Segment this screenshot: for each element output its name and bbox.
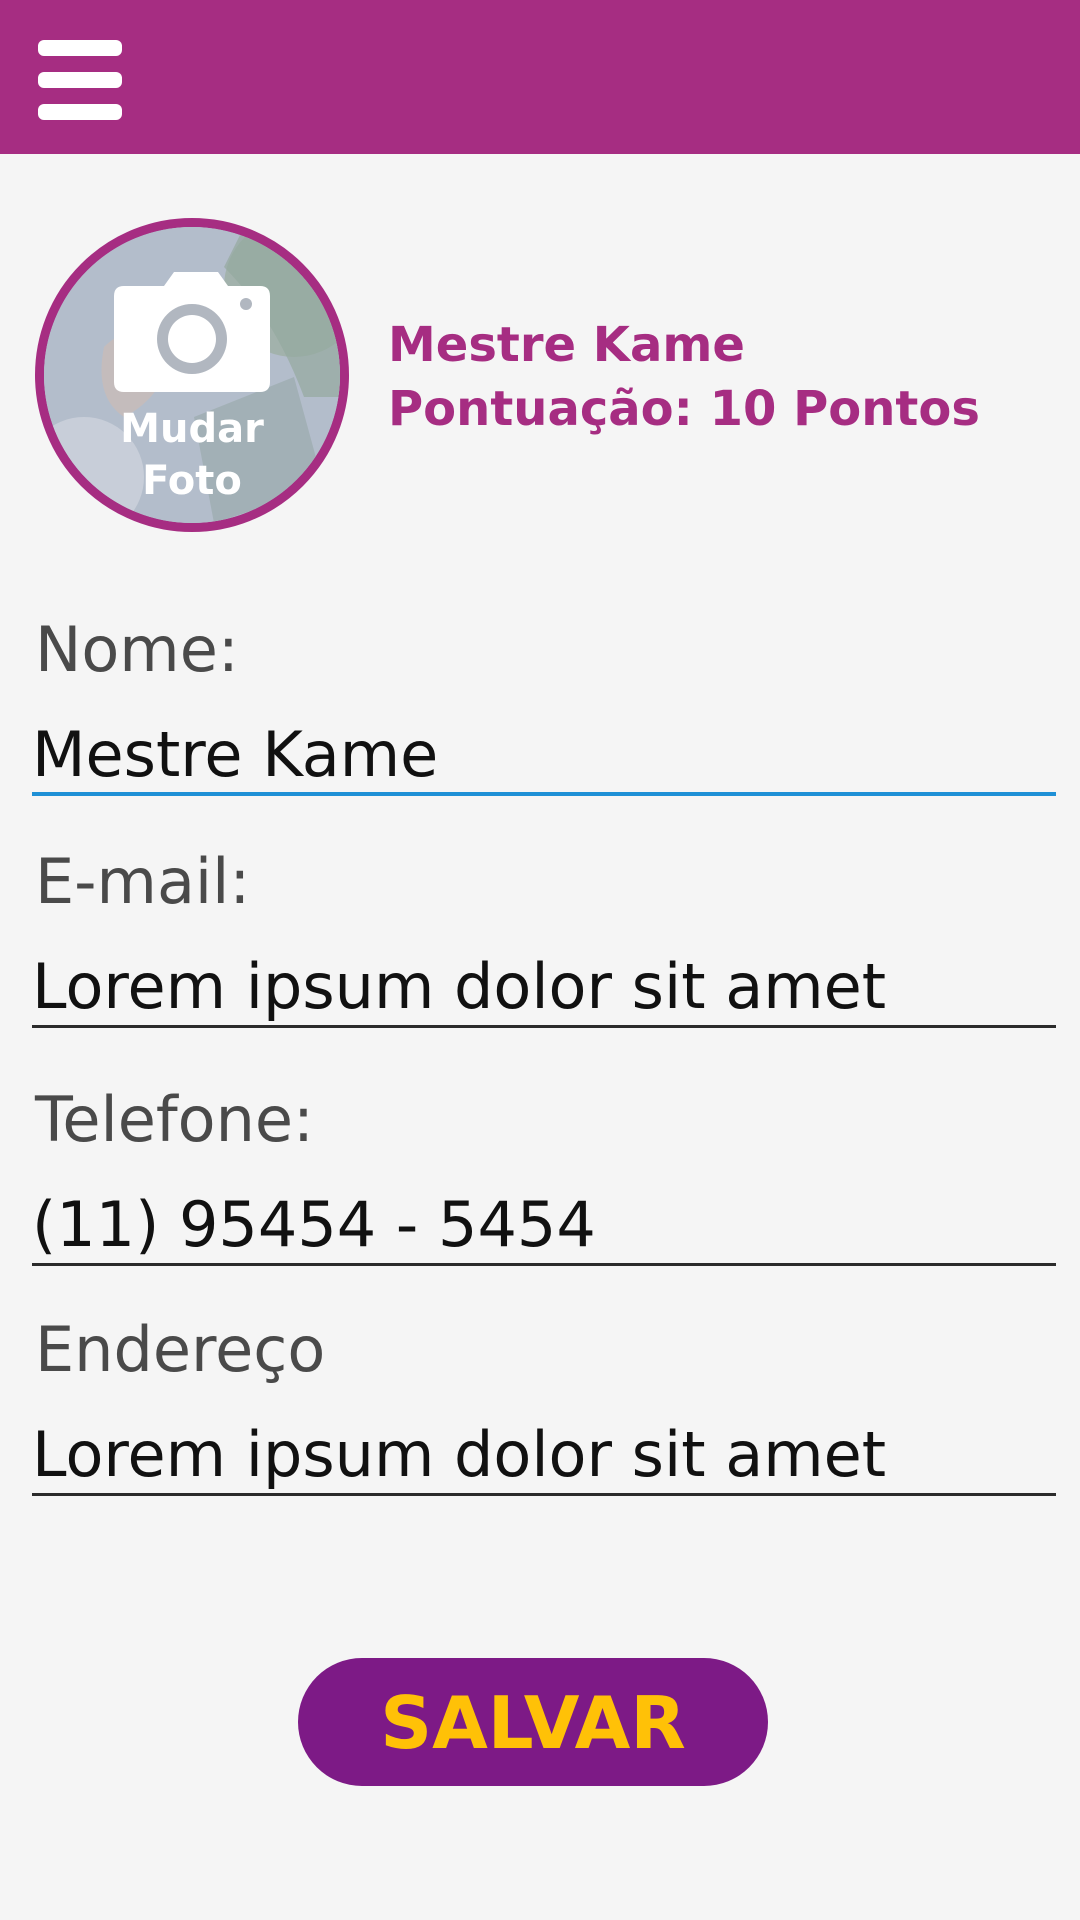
hamburger-menu-icon	[38, 40, 122, 56]
change-photo-button[interactable]: Mudar Foto	[35, 218, 349, 532]
email-label: E-mail:	[35, 845, 251, 918]
email-input[interactable]	[32, 948, 1056, 1028]
profile-name: Mestre Kame	[388, 317, 745, 373]
name-label: Nome:	[35, 613, 239, 686]
address-label: Endereço	[35, 1313, 326, 1386]
camera-icon	[114, 272, 270, 392]
save-button[interactable]: SALVAR	[298, 1658, 768, 1786]
change-photo-label: Mudar Foto	[120, 406, 264, 504]
menu-button[interactable]	[36, 38, 122, 124]
phone-input[interactable]	[32, 1186, 1056, 1266]
phone-label: Telefone:	[35, 1083, 314, 1156]
name-input[interactable]	[32, 716, 1056, 796]
address-input[interactable]	[32, 1416, 1056, 1496]
app-bar	[0, 0, 1080, 154]
profile-score: Pontuação: 10 Pontos	[388, 381, 980, 437]
